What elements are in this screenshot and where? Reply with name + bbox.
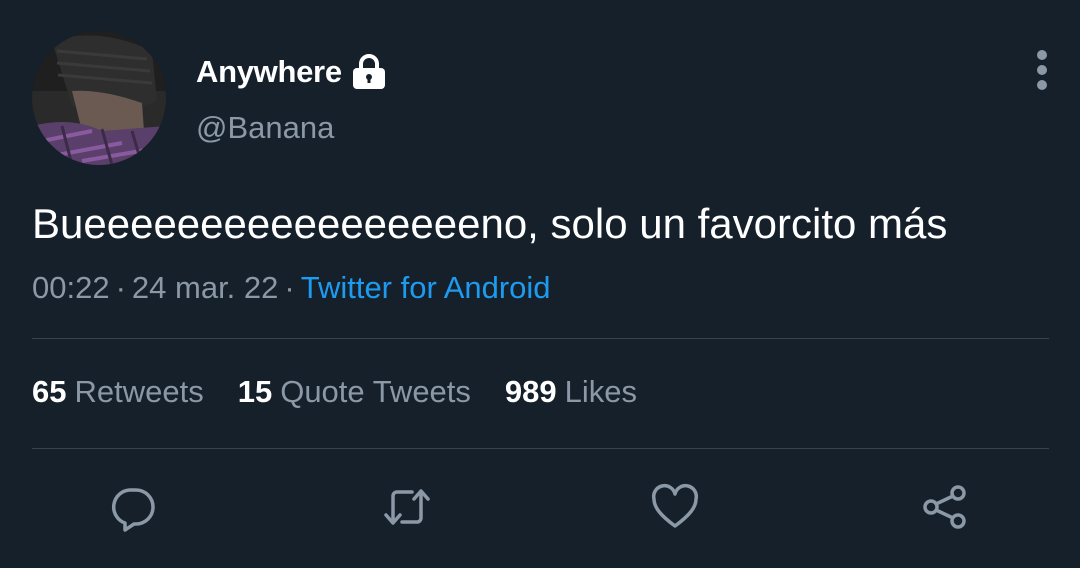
share-button[interactable] — [920, 482, 970, 532]
share-icon — [923, 485, 966, 529]
meta-separator: · — [284, 270, 295, 305]
tweet-date: 24 mar. 22 — [131, 270, 279, 305]
display-name[interactable]: Anywhere — [196, 54, 342, 90]
meta-separator: · — [115, 270, 126, 305]
tweet-source-link[interactable]: Twitter for Android — [301, 270, 551, 305]
likes-count: 989 — [504, 374, 557, 409]
quote-tweets-count: 15 — [237, 374, 273, 409]
tweet-meta: 00:22 · 24 mar. 22 · Twitter for Android — [32, 270, 551, 306]
tweet-text: Bueeeeeeeeeeeeeeeeeno, solo un favorcito… — [32, 200, 948, 247]
quote-tweets-label: Quote Tweets — [280, 374, 471, 409]
avatar-image — [32, 31, 166, 165]
author-name-row: Anywhere — [196, 52, 388, 92]
divider — [32, 448, 1049, 449]
retweet-button[interactable] — [382, 482, 432, 532]
like-button[interactable] — [650, 482, 700, 532]
divider — [32, 338, 1049, 339]
author-handle[interactable]: @Banana — [196, 110, 334, 146]
retweet-icon — [384, 489, 430, 525]
quote-tweets-stat[interactable]: 15 Quote Tweets — [238, 374, 471, 410]
avatar[interactable] — [32, 31, 166, 165]
reply-button[interactable] — [108, 482, 158, 532]
reply-icon — [111, 488, 155, 532]
likes-stat[interactable]: 989 Likes — [505, 374, 637, 410]
stats-row: 65 Retweets 15 Quote Tweets 989 Likes — [32, 374, 671, 410]
lock-icon — [350, 54, 388, 90]
more-vertical-icon[interactable] — [1028, 48, 1056, 92]
likes-label: Likes — [564, 374, 638, 409]
retweets-stat[interactable]: 65 Retweets — [32, 374, 204, 410]
heart-icon — [651, 484, 699, 528]
retweets-label: Retweets — [74, 374, 204, 409]
retweets-count: 65 — [32, 374, 67, 409]
tweet-time: 00:22 — [32, 270, 110, 305]
